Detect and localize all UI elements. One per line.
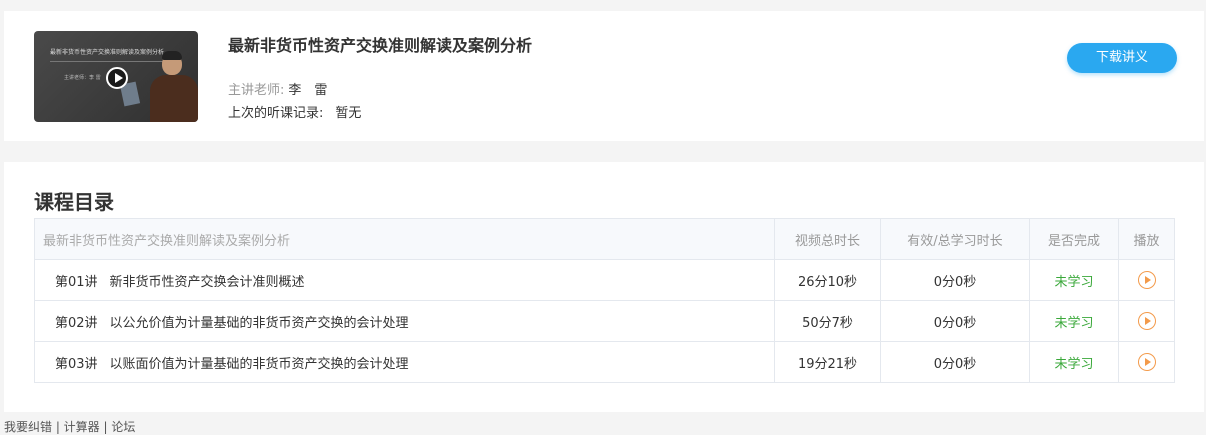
play-circle-icon[interactable]: [106, 67, 128, 89]
lesson-number: 第02讲: [55, 315, 98, 331]
download-handout-button[interactable]: 下载讲义: [1067, 43, 1177, 73]
lesson-status-cell: 未学习: [1029, 341, 1119, 383]
footer-links[interactable]: 我要纠错 | 计算器 | 论坛: [4, 418, 135, 435]
teacher-row: 主讲老师: 李 雷: [228, 79, 327, 98]
table-header-row: 最新非货币性资产交换准则解读及案例分析 视频总时长 有效/总学习时长 是否完成 …: [34, 218, 1175, 260]
lesson-cell[interactable]: 第02讲 以公允价值为计量基础的非货币资产交换的会计处理: [34, 300, 775, 342]
lesson-play-cell: [1118, 341, 1175, 383]
course-title: 最新非货币性资产交换准则解读及案例分析: [228, 36, 533, 55]
course-catalog-card: 课程目录 最新非货币性资产交换准则解读及案例分析 视频总时长 有效/总学习时长 …: [4, 162, 1204, 412]
play-circle-outline-icon[interactable]: [1137, 312, 1156, 330]
lesson-play-cell: [1118, 300, 1175, 342]
lesson-number: 第03讲: [55, 356, 98, 372]
header-study-time: 有效/总学习时长: [880, 218, 1030, 260]
course-thumbnail[interactable]: 最新非货币性资产交换准则解读及案例分析 主讲老师：李 雷: [34, 31, 198, 122]
last-record-row: 上次的听课记录: 暂无: [228, 102, 361, 121]
lesson-title[interactable]: 以账面价值为计量基础的非货币资产交换的会计处理: [110, 357, 409, 372]
lesson-duration: 26分10秒: [774, 259, 881, 301]
table-row[interactable]: 第01讲 新非货币性资产交换会计准则概述 26分10秒 0分0秒 未学习: [34, 259, 1175, 301]
header-course-name: 最新非货币性资产交换准则解读及案例分析: [34, 218, 775, 260]
lesson-study-time: 0分0秒: [880, 259, 1030, 301]
lesson-play-cell: [1118, 259, 1175, 301]
course-header-card: 最新非货币性资产交换准则解读及案例分析 主讲老师：李 雷 最新非货币性资产交换准…: [4, 11, 1204, 141]
play-circle-outline-icon[interactable]: [1137, 271, 1156, 289]
last-record-value: 暂无: [335, 106, 362, 121]
header-play: 播放: [1118, 218, 1175, 260]
table-row[interactable]: 第02讲 以公允价值为计量基础的非货币资产交换的会计处理 50分7秒 0分0秒 未…: [34, 300, 1175, 342]
thumbnail-subtitle: 主讲老师：李 雷: [64, 75, 101, 81]
lesson-status: 未学习: [1054, 315, 1094, 331]
lesson-duration: 50分7秒: [774, 300, 881, 342]
header-completed: 是否完成: [1029, 218, 1119, 260]
lesson-status-cell: 未学习: [1029, 300, 1119, 342]
teacher-name: 李 雷: [288, 83, 328, 98]
lesson-status: 未学习: [1054, 274, 1094, 290]
lesson-status-cell: 未学习: [1029, 259, 1119, 301]
lesson-title[interactable]: 以公允价值为计量基础的非货币资产交换的会计处理: [110, 316, 409, 331]
lesson-cell[interactable]: 第03讲 以账面价值为计量基础的非货币资产交换的会计处理: [34, 341, 775, 383]
lesson-cell[interactable]: 第01讲 新非货币性资产交换会计准则概述: [34, 259, 775, 301]
teacher-label: 主讲老师:: [228, 83, 285, 98]
lesson-study-time: 0分0秒: [880, 300, 1030, 342]
catalog-table: 最新非货币性资产交换准则解读及案例分析 视频总时长 有效/总学习时长 是否完成 …: [34, 218, 1175, 383]
table-row[interactable]: 第03讲 以账面价值为计量基础的非货币资产交换的会计处理 19分21秒 0分0秒 …: [34, 341, 1175, 383]
lesson-number: 第01讲: [55, 274, 98, 290]
play-circle-outline-icon[interactable]: [1137, 353, 1156, 371]
header-duration: 视频总时长: [774, 218, 881, 260]
last-record-label: 上次的听课记录:: [228, 106, 324, 121]
section-title: 课程目录: [34, 190, 114, 214]
lesson-title[interactable]: 新非货币性资产交换会计准则概述: [110, 275, 305, 290]
presenter-image: [148, 49, 198, 122]
lesson-status: 未学习: [1054, 356, 1094, 372]
lesson-study-time: 0分0秒: [880, 341, 1030, 383]
lesson-duration: 19分21秒: [774, 341, 881, 383]
